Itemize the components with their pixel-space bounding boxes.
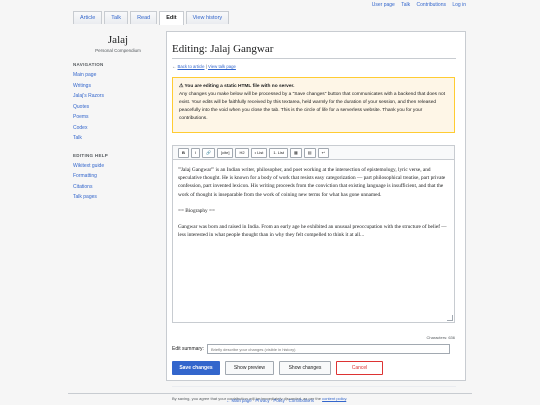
notice-body: Any changes you make below will be proce… xyxy=(179,92,446,121)
logo-subtitle: Personal Compendium xyxy=(95,48,141,53)
content-panel: Editing: Jalaj Gangwar ← Back to article… xyxy=(166,31,466,401)
bold-button[interactable]: B xyxy=(178,147,189,158)
tab-talk[interactable]: Talk xyxy=(104,11,129,24)
tab-view-history[interactable]: View history xyxy=(185,11,230,24)
table-icon[interactable]: ▦ xyxy=(290,147,302,158)
tab-edit[interactable]: Edit xyxy=(159,11,184,25)
user-page-link[interactable]: User page xyxy=(372,2,395,8)
sidebar-item-citations[interactable]: Citations xyxy=(73,182,163,193)
talk-link[interactable]: Talk xyxy=(401,2,410,8)
undo-icon[interactable]: ↩ xyxy=(317,147,329,158)
cancel-button[interactable]: Cancel xyxy=(336,361,383,375)
sidebar-item-main-page[interactable]: Main page xyxy=(73,70,163,81)
divider xyxy=(172,386,456,387)
footer-privacy-link[interactable]: Privacy xyxy=(255,398,269,403)
show-changes-button[interactable]: Show changes xyxy=(279,361,331,375)
tab-read[interactable]: Read xyxy=(130,11,158,24)
footer-policy-link[interactable]: Policy xyxy=(273,398,284,403)
sidebar: Jalaj Personal Compendium NAVIGATION Mai… xyxy=(73,34,163,203)
cite-button[interactable]: [cite] xyxy=(217,147,234,158)
title-divider xyxy=(172,58,456,59)
editor-paragraph: '''Jalaj Gangwar''' is an Indian writer,… xyxy=(178,167,446,198)
sidebar-item-writings[interactable]: Writings xyxy=(73,81,163,92)
footer: ← Main page · Privacy · Policy · Contrib… xyxy=(226,398,314,403)
logo-title: Jalaj xyxy=(107,34,129,46)
static-file-notice: ⚠ You are editing a static HTML file wit… xyxy=(172,77,455,133)
sidebar-item-poems[interactable]: Poems xyxy=(73,112,163,123)
sidebar-item-razors[interactable]: Jalaj's Razors xyxy=(73,91,163,102)
tab-article[interactable]: Article xyxy=(73,11,103,24)
editor-toolbar: B I 🔗 [cite] H2 • List 1. List ▦ ▤ ↩ xyxy=(173,146,454,160)
footer-contributions-link[interactable]: Contributions xyxy=(289,398,314,403)
summary-row: Edit summary: xyxy=(172,344,450,354)
help-heading: EDITING HELP xyxy=(73,152,109,158)
page-title: Editing: Jalaj Gangwar xyxy=(172,43,274,55)
wikitext-editor: B I 🔗 [cite] H2 • List 1. List ▦ ▤ ↩ '''… xyxy=(172,145,455,323)
login-link[interactable]: Log in xyxy=(452,2,466,8)
contributions-link[interactable]: Contributions xyxy=(417,2,446,8)
editor-paragraph: == Biography == xyxy=(178,207,215,214)
link-separator: | xyxy=(205,64,207,69)
sidebar-item-talk[interactable]: Talk xyxy=(73,133,163,144)
numbered-list-button[interactable]: 1. List xyxy=(269,147,288,158)
bullet-list-button[interactable]: • List xyxy=(250,147,268,158)
sidebar-item-wikitext-guide[interactable]: Wikitext guide xyxy=(73,161,163,172)
page-tabs: Article Talk Read Edit View history xyxy=(73,11,230,25)
edit-textarea[interactable]: '''Jalaj Gangwar''' is an Indian writer,… xyxy=(173,160,454,322)
view-talk-page-link[interactable]: View talk page xyxy=(208,64,236,69)
heading-button[interactable]: H2 xyxy=(235,147,249,158)
nav-heading: NAVIGATION xyxy=(73,62,104,67)
edit-summary-input[interactable] xyxy=(206,344,450,354)
user-links: User page Talk Contributions Log in xyxy=(367,2,466,8)
sidebar-item-quotes[interactable]: Quotes xyxy=(73,102,163,113)
back-arrow-icon: ← xyxy=(172,64,177,69)
notice-title: ⚠ You are editing a static HTML file wit… xyxy=(179,84,295,89)
back-to-article-link[interactable]: Back to article xyxy=(178,64,205,69)
site-logo[interactable]: Jalaj Personal Compendium xyxy=(73,34,163,53)
footer-main-page-link[interactable]: ← Main page xyxy=(226,398,252,403)
link-icon[interactable]: 🔗 xyxy=(202,147,215,158)
resize-handle[interactable] xyxy=(447,315,453,321)
page-sublinks: ← Back to article | View talk page xyxy=(172,64,236,69)
sidebar-item-formatting[interactable]: Formatting xyxy=(73,171,163,182)
footer-divider xyxy=(68,393,472,394)
sidebar-item-codex[interactable]: Codex xyxy=(73,123,163,134)
character-count: Characters: 636 xyxy=(426,335,455,340)
edit-summary-label: Edit summary: xyxy=(172,346,204,352)
sidebar-item-talk-pages[interactable]: Talk pages xyxy=(73,192,163,203)
show-preview-button[interactable]: Show preview xyxy=(225,361,274,375)
image-icon[interactable]: ▤ xyxy=(303,147,316,158)
italic-button[interactable]: I xyxy=(190,147,201,158)
edit-actions: Save changes Show preview Show changes C… xyxy=(172,361,383,375)
editor-paragraph: Gangwar was born and raised in India. Fr… xyxy=(178,224,447,239)
save-changes-button[interactable]: Save changes xyxy=(172,361,220,375)
